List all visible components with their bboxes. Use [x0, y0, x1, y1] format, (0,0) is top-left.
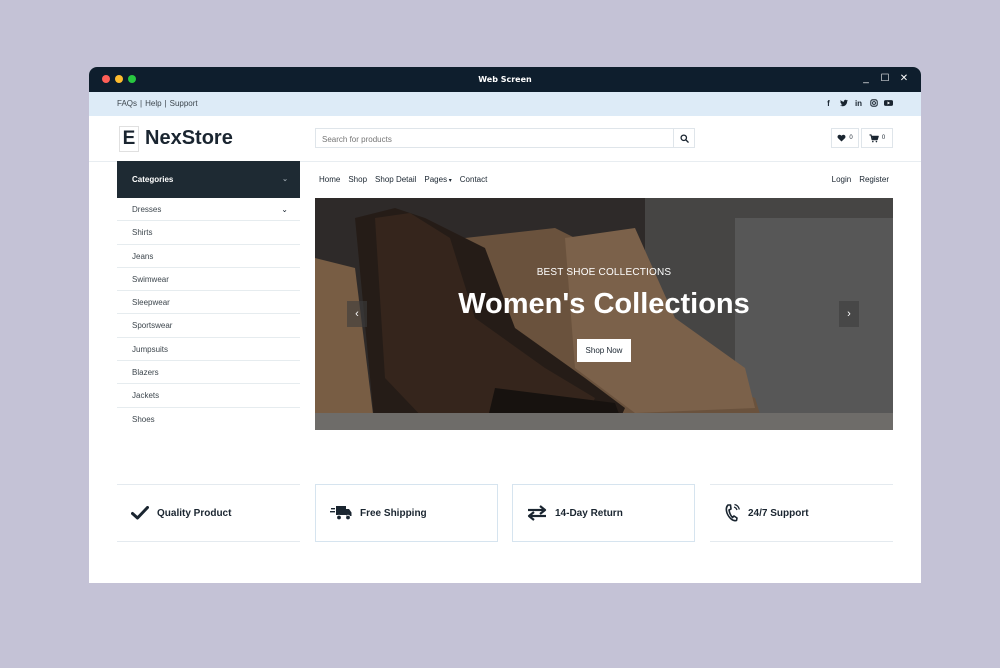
faqs-link[interactable]: FAQs	[117, 99, 137, 108]
window-title: Web Screen	[478, 75, 532, 84]
feature-support: 24/7 Support	[710, 484, 893, 542]
nav-contact[interactable]: Contact	[460, 174, 488, 187]
help-links: FAQs | Help | Support	[117, 99, 198, 108]
category-item-sleepwear[interactable]: Sleepwear	[117, 291, 300, 315]
search-icon	[679, 133, 689, 143]
truck-icon	[330, 506, 352, 521]
chevron-left-icon: ‹	[355, 308, 359, 320]
hero-title: Women's Collections	[458, 288, 750, 320]
category-item-jeans[interactable]: Jeans	[117, 245, 300, 268]
wishlist-button[interactable]: 0	[831, 128, 859, 148]
feature-label: 24/7 Support	[748, 507, 809, 519]
linkedin-icon[interactable]: in	[854, 99, 863, 110]
chevron-right-icon: ›	[847, 308, 851, 320]
category-list: Dresses ⌄ Shirts Jeans Swimwear Sleepwear…	[117, 198, 300, 431]
shop-now-button[interactable]: Shop Now	[577, 339, 631, 362]
facebook-icon[interactable]: f	[824, 99, 833, 110]
category-label: Swimwear	[132, 274, 169, 284]
search-button[interactable]	[673, 129, 694, 147]
logo-text[interactable]: NexStore	[145, 126, 233, 150]
check-icon	[131, 506, 149, 520]
exchange-icon	[527, 505, 547, 521]
carousel-next-button[interactable]: ›	[839, 301, 859, 327]
category-label: Jeans	[132, 251, 154, 261]
carousel-prev-button[interactable]: ‹	[347, 301, 367, 327]
feature-return: 14-Day Return	[512, 484, 695, 542]
minimize-icon[interactable]: _	[861, 74, 871, 84]
category-item-sportswear[interactable]: Sportswear	[117, 314, 300, 338]
cart-button[interactable]: 0	[861, 128, 893, 148]
category-label: Blazers	[132, 368, 159, 378]
nav-home[interactable]: Home	[319, 174, 340, 187]
wishlist-count: 0	[849, 135, 853, 141]
cart-icon	[869, 133, 879, 142]
nav-shop-detail[interactable]: Shop Detail	[375, 174, 416, 187]
twitter-icon[interactable]	[839, 99, 848, 110]
nav-shop[interactable]: Shop	[348, 174, 367, 187]
search-input[interactable]	[316, 130, 683, 149]
close-icon[interactable]: ✕	[899, 74, 909, 84]
phone-icon	[725, 503, 740, 522]
caret-down-icon: ▾	[447, 178, 452, 184]
search-bar	[315, 128, 695, 149]
logo-mark[interactable]: E	[119, 126, 139, 152]
feature-label: Quality Product	[157, 507, 232, 519]
youtube-icon[interactable]	[884, 99, 893, 110]
browser-window: Web Screen _ ☐ ✕ FAQs | Help | Support f in …	[89, 67, 921, 583]
main-nav: Home Shop Shop Detail Pages ▾ Contact	[319, 174, 487, 187]
chevron-down-icon: ⌄	[282, 176, 288, 183]
register-link[interactable]: Register	[859, 174, 889, 186]
feature-quality: Quality Product	[117, 484, 300, 542]
category-label: Sportswear	[132, 321, 173, 331]
category-item-dresses[interactable]: Dresses ⌄	[117, 198, 300, 222]
category-label: Jumpsuits	[132, 344, 169, 354]
category-label: Shoes	[132, 414, 155, 424]
category-label: Dresses	[132, 205, 162, 214]
heart-icon	[837, 134, 846, 142]
category-label: Sleepwear	[132, 298, 170, 308]
feature-label: 14-Day Return	[555, 507, 623, 519]
account-nav: Login Register	[832, 174, 889, 186]
maximize-icon[interactable]: ☐	[880, 74, 890, 84]
feature-strip: Quality Product Free Shipping 14-Day Ret…	[117, 484, 893, 542]
hero-subtitle: BEST SHOE COLLECTIONS	[536, 267, 672, 278]
categories-toggle[interactable]: Categories ⌄	[117, 161, 300, 198]
chevron-down-icon: ⌄	[281, 205, 288, 214]
hero-carousel: BEST SHOE COLLECTIONS Women's Collection…	[315, 198, 893, 430]
cart-count: 0	[881, 135, 886, 141]
support-link[interactable]: Support	[170, 99, 198, 108]
category-item-shoes[interactable]: Shoes	[117, 408, 300, 431]
category-label: Jackets	[132, 391, 160, 401]
instagram-icon[interactable]	[869, 99, 878, 110]
login-link[interactable]: Login	[832, 174, 852, 186]
category-item-jackets[interactable]: Jackets	[117, 384, 300, 408]
nav-pages[interactable]: Pages ▾	[424, 174, 451, 187]
nav-pages-label: Pages	[424, 175, 448, 184]
category-item-jumpsuits[interactable]: Jumpsuits	[117, 338, 300, 362]
window-controls: _ ☐ ✕	[861, 74, 909, 84]
feature-shipping: Free Shipping	[315, 484, 498, 542]
category-item-shirts[interactable]: Shirts	[117, 221, 300, 245]
top-bar: FAQs | Help | Support f in	[89, 92, 921, 116]
site-header: E NexStore 0 0	[89, 116, 921, 161]
category-item-swimwear[interactable]: Swimwear	[117, 268, 300, 292]
help-link[interactable]: Help	[145, 99, 161, 108]
feature-label: Free Shipping	[360, 507, 427, 519]
social-links: f in	[824, 99, 893, 110]
category-item-blazers[interactable]: Blazers	[117, 361, 300, 385]
category-label: Shirts	[132, 228, 153, 238]
categories-title: Categories	[132, 175, 174, 184]
title-bar: Web Screen _ ☐ ✕	[89, 67, 921, 92]
